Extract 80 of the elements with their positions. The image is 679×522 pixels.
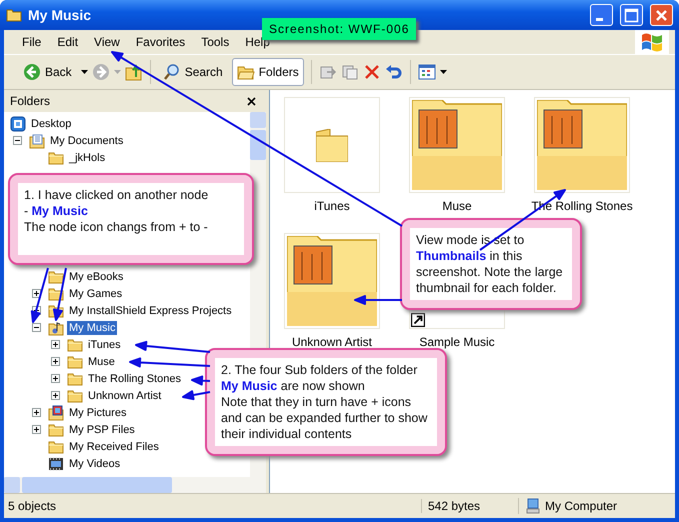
annotation-arrow: [182, 390, 211, 400]
views-icon[interactable]: [418, 63, 436, 81]
film-icon: [48, 456, 64, 472]
folder-icon: [48, 150, 64, 166]
tree-item[interactable]: My Documents: [48, 134, 126, 148]
folder-icon: [67, 336, 83, 352]
maximize-button[interactable]: [620, 4, 643, 26]
close-button[interactable]: [650, 4, 673, 26]
tree-item[interactable]: iTunes: [86, 338, 123, 352]
shortcut-arrow-icon: [411, 313, 425, 327]
expand-icon[interactable]: [32, 408, 41, 417]
folder-label[interactable]: Unknown Artist: [292, 335, 372, 349]
folder-icon: [48, 268, 64, 284]
tree-item[interactable]: My Games: [67, 286, 124, 300]
tree-item[interactable]: _jkHols: [67, 150, 108, 164]
menu-item[interactable]: Tools: [193, 35, 238, 49]
expand-icon[interactable]: [51, 357, 60, 366]
tree-item[interactable]: Desktop: [29, 116, 74, 130]
documents-folder-icon: [29, 132, 45, 148]
tree-item[interactable]: My Videos: [67, 456, 122, 470]
expand-icon[interactable]: [51, 391, 60, 400]
tree-item[interactable]: My Music: [67, 320, 118, 334]
undo-icon[interactable]: [384, 63, 403, 81]
annotation-arrow: [30, 267, 49, 323]
pictures-folder-icon: [48, 404, 64, 420]
menu-item[interactable]: View: [86, 35, 128, 49]
folder-icon: [48, 422, 64, 438]
collapse-icon[interactable]: [32, 323, 41, 332]
back-button[interactable]: Back: [18, 58, 77, 86]
folder-label[interactable]: Sample Music: [419, 335, 495, 349]
annotation-arrow: [191, 376, 211, 386]
annotation-tooltip: 1. I have clicked on another node - My Music The node icon changs from + to -: [8, 173, 254, 265]
pane-title: Folders: [10, 94, 50, 108]
music-folder-icon: [48, 320, 64, 336]
tree-item[interactable]: My eBooks: [67, 270, 126, 284]
close-icon[interactable]: [247, 96, 256, 106]
caret-icon[interactable]: [80, 70, 88, 74]
computer-icon: [525, 498, 541, 514]
folder-icon: [67, 354, 83, 370]
folder-icon: [67, 388, 83, 404]
folder-thumbnail[interactable]: [284, 97, 380, 193]
screenshot-label: Screenshot: WWF-006: [262, 18, 416, 40]
annotation-tooltip: 2. The four Sub folders of the folder My Music are now shown Note that they in turn have + icons and can be expanded further to show their individual contents: [205, 348, 447, 456]
folder-icon: [48, 438, 64, 454]
tree-item[interactable]: My Pictures: [67, 406, 128, 420]
folder-label[interactable]: Muse: [442, 199, 472, 213]
menu-item[interactable]: Edit: [49, 35, 86, 49]
minimize-button[interactable]: [590, 4, 613, 26]
tree-item[interactable]: Muse: [86, 354, 117, 368]
delete-icon[interactable]: [362, 63, 381, 81]
minimize-icon: [596, 18, 603, 20]
expand-icon[interactable]: [32, 425, 41, 434]
tree-item[interactable]: My Received Files: [67, 440, 161, 454]
search-button[interactable]: Search: [158, 58, 228, 86]
tree-item[interactable]: Unknown Artist: [86, 388, 164, 402]
status-text: My Computer: [545, 499, 618, 513]
folder-icon: [67, 370, 83, 386]
expand-icon[interactable]: [32, 289, 41, 298]
desktop-icon: [10, 116, 26, 132]
folder-up-icon[interactable]: [124, 63, 143, 81]
folder-icon: [6, 7, 22, 23]
status-text: 542 bytes: [421, 499, 518, 513]
menu-item[interactable]: File: [14, 35, 50, 49]
expand-icon[interactable]: [51, 374, 60, 383]
window-title: My Music: [28, 7, 92, 23]
tree-item[interactable]: My InstallShield Express Projects: [67, 304, 234, 318]
folders-button[interactable]: Folders: [232, 58, 304, 86]
expand-icon[interactable]: [51, 340, 60, 349]
annotation-arrow: [52, 267, 67, 321]
search-icon: [162, 63, 181, 81]
folder-icon: [316, 128, 348, 162]
collapse-icon[interactable]: [13, 136, 22, 145]
status-text: 5 objects: [7, 499, 58, 513]
tree-item[interactable]: My PSP Files: [67, 422, 137, 436]
caret-icon[interactable]: [440, 70, 447, 74]
annotation-arrow: [354, 295, 403, 305]
horizontal-scrollbar[interactable]: [4, 477, 266, 493]
folder-label[interactable]: iTunes: [314, 199, 350, 213]
menu-item[interactable]: Favorites: [128, 35, 194, 49]
tree-item[interactable]: The Rolling Stones: [86, 372, 183, 386]
